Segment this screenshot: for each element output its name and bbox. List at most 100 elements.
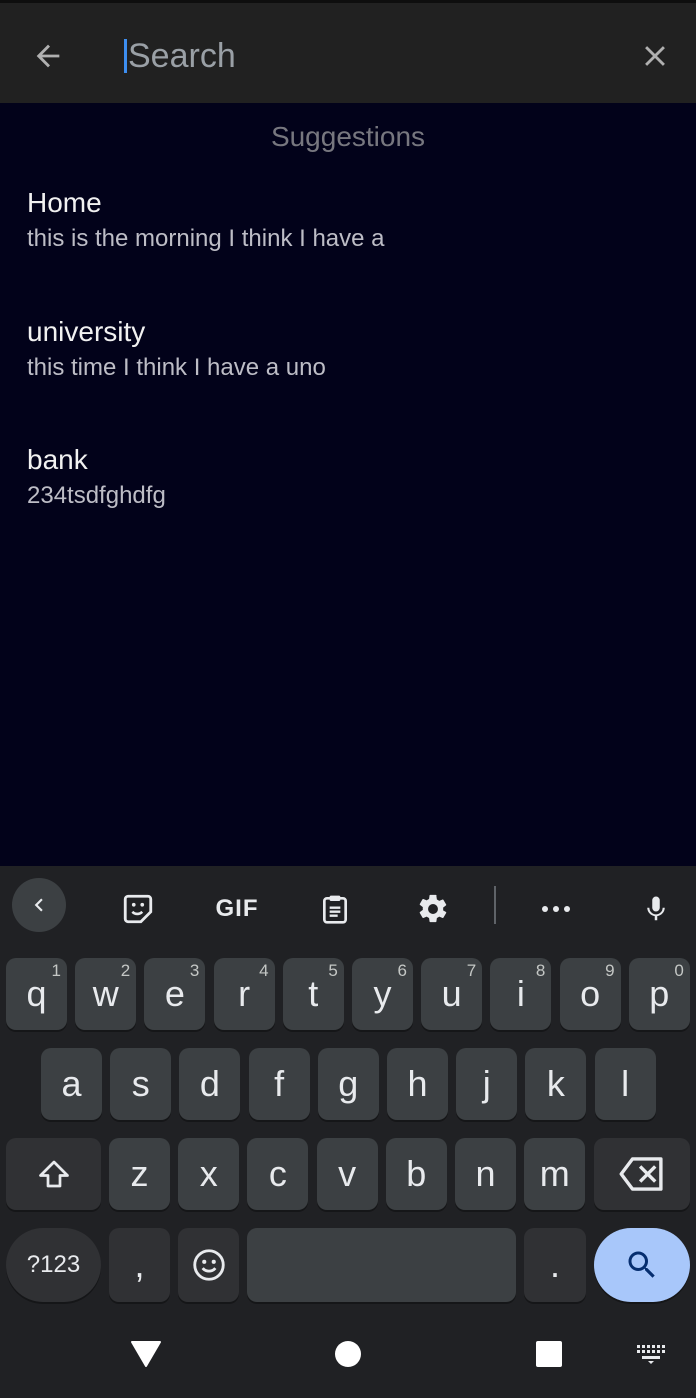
key-j[interactable]: j: [456, 1048, 518, 1120]
settings-button[interactable]: [406, 882, 460, 936]
key-label: j: [482, 1063, 491, 1104]
comma-key[interactable]: ,: [109, 1228, 170, 1302]
key-label: g: [338, 1063, 359, 1104]
key-y[interactable]: y6: [352, 958, 413, 1030]
key-number-hint: 2: [120, 961, 131, 980]
nav-recents-button[interactable]: [524, 1332, 574, 1376]
suggestion-subtitle: this is the morning I think I have a: [27, 225, 385, 252]
key-label: y: [373, 973, 392, 1014]
key-h[interactable]: h: [387, 1048, 448, 1120]
microphone-icon: [647, 896, 665, 921]
key-number-hint: 6: [397, 961, 407, 980]
emoji-key[interactable]: [178, 1228, 239, 1302]
search-field-container: [124, 31, 604, 81]
suggestions-panel: Suggestions Home this is the morning I t…: [0, 103, 696, 866]
key-label: m: [539, 1153, 570, 1194]
key-w[interactable]: w2: [75, 958, 137, 1030]
arrow-back-icon: [36, 44, 60, 68]
shift-key[interactable]: [6, 1138, 101, 1210]
keyboard-collapse-button[interactable]: [12, 878, 66, 932]
key-q[interactable]: q1: [6, 958, 67, 1030]
key-label: l: [621, 1063, 630, 1104]
key-o[interactable]: o9: [559, 958, 621, 1030]
suggestions-header: Suggestions: [270, 121, 426, 152]
key-label: f: [274, 1063, 285, 1104]
triangle-down-icon: [131, 1341, 161, 1367]
key-label: b: [406, 1153, 427, 1194]
gif-button[interactable]: GIF: [208, 882, 266, 936]
key-v[interactable]: v: [316, 1138, 378, 1210]
chevron-left-icon: [34, 898, 43, 912]
key-label: t: [308, 973, 319, 1014]
key-m[interactable]: m: [524, 1138, 586, 1210]
nav-back-button[interactable]: [121, 1332, 171, 1376]
backspace-key[interactable]: [594, 1138, 690, 1210]
key-label: u: [441, 973, 462, 1014]
voice-input-button[interactable]: [629, 882, 683, 936]
key-f[interactable]: f: [248, 1048, 310, 1120]
key-label: z: [130, 1153, 149, 1194]
suggestion-item[interactable]: university this time I think I have a un…: [27, 315, 667, 383]
circle-home-icon: [335, 1341, 361, 1367]
space-key[interactable]: [247, 1228, 516, 1302]
search-input[interactable]: [128, 36, 588, 76]
key-n[interactable]: n: [455, 1138, 516, 1210]
key-label: r: [238, 973, 251, 1014]
key-number-hint: 9: [605, 961, 615, 980]
system-navigation-bar: [0, 1312, 696, 1398]
more-options-button[interactable]: [529, 882, 583, 936]
more-horizontal-icon: [542, 906, 570, 912]
shift-arrow-icon: [38, 1160, 69, 1188]
key-label: s: [131, 1063, 150, 1104]
period-key[interactable]: .: [524, 1228, 586, 1302]
key-g[interactable]: g: [317, 1048, 379, 1120]
key-number-hint: 3: [189, 961, 200, 980]
keyboard-switch-button[interactable]: [626, 1332, 676, 1376]
key-c[interactable]: c: [247, 1138, 309, 1210]
key-z[interactable]: z: [109, 1138, 170, 1210]
suggestion-title: university: [27, 316, 146, 347]
key-i[interactable]: i8: [490, 958, 552, 1030]
toolbar-divider: [494, 886, 496, 924]
key-p[interactable]: p0: [628, 958, 690, 1030]
clipboard-button[interactable]: [308, 882, 362, 936]
clear-search-button[interactable]: [628, 31, 682, 81]
key-label: o: [580, 973, 601, 1014]
key-u[interactable]: u7: [421, 958, 483, 1030]
key-s[interactable]: s: [110, 1048, 172, 1120]
key-b[interactable]: b: [385, 1138, 447, 1210]
keyboard-icon: [637, 1345, 665, 1364]
key-label: p: [649, 973, 670, 1014]
key-label: v: [338, 1153, 357, 1194]
key-label: k: [546, 1063, 565, 1104]
suggestion-subtitle: 234tsdfghdfg: [27, 482, 166, 509]
symbols-key[interactable]: ?123: [6, 1228, 101, 1302]
key-l[interactable]: l: [594, 1048, 656, 1120]
soft-keyboard: GIF ?123 , . q 1 w 2 e 3 r 4 t 5 y 6 u 7…: [0, 866, 696, 1312]
sticker-icon: [123, 894, 153, 924]
key-number-hint: 5: [328, 961, 338, 980]
suggestion-item[interactable]: bank 234tsdfghdfg: [27, 443, 667, 511]
key-t[interactable]: t5: [282, 958, 344, 1030]
key-a[interactable]: a: [41, 1048, 102, 1120]
suggestion-item[interactable]: Home this is the morning I think I have …: [27, 186, 667, 254]
suggestion-title: Home: [27, 187, 102, 218]
key-label: i: [516, 973, 525, 1014]
search-app-bar: [0, 0, 696, 103]
suggestion-subtitle: this time I think I have a uno: [27, 354, 326, 381]
key-x[interactable]: x: [178, 1138, 240, 1210]
key-label: x: [199, 1153, 218, 1194]
key-label: d: [199, 1063, 220, 1104]
key-d[interactable]: d: [179, 1048, 241, 1120]
key-label: e: [164, 973, 185, 1014]
nav-home-button[interactable]: [323, 1332, 373, 1376]
key-r[interactable]: r4: [213, 958, 275, 1030]
key-label: h: [407, 1063, 428, 1104]
search-key[interactable]: [594, 1228, 690, 1302]
sticker-button[interactable]: [111, 882, 165, 936]
key-e[interactable]: e3: [144, 958, 206, 1030]
search-icon: [628, 1251, 655, 1278]
back-button[interactable]: [20, 31, 76, 81]
key-k[interactable]: k: [525, 1048, 587, 1120]
gif-label: GIF: [215, 895, 259, 922]
